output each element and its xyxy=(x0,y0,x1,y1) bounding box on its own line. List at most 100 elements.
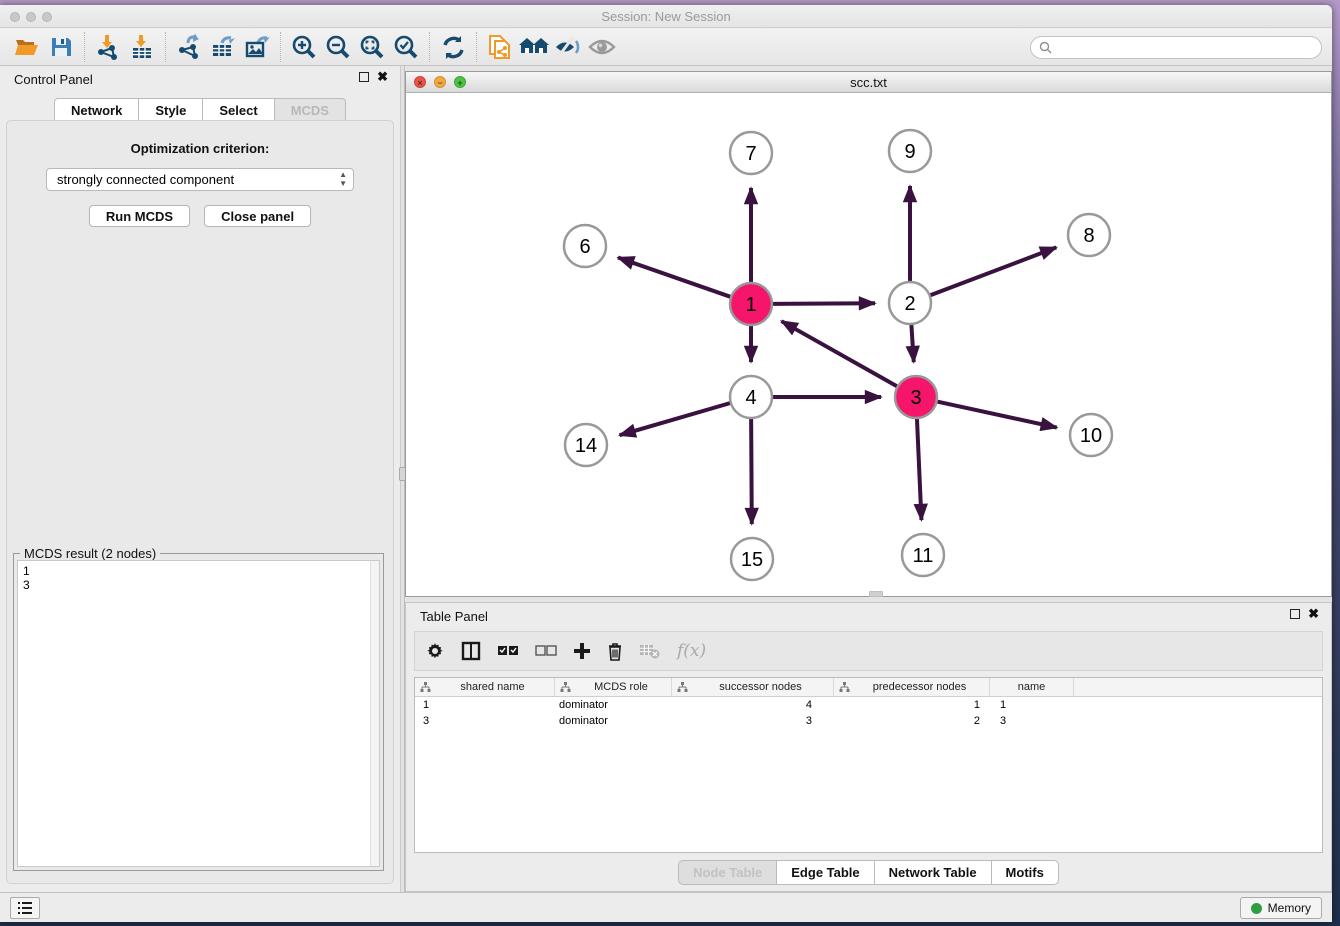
function-icon[interactable]: f(x) xyxy=(677,641,706,661)
table-cell: 3 xyxy=(672,715,834,727)
table-cell: 3 xyxy=(990,715,1074,727)
node-label-4: 4 xyxy=(745,387,756,409)
float-table-panel-icon[interactable] xyxy=(1290,609,1300,619)
table-tabs: Node TableEdge TableNetwork TableMotifs xyxy=(406,860,1331,885)
app-window: Session: New Session xyxy=(0,5,1332,922)
edge-2-8[interactable] xyxy=(930,247,1057,295)
deselect-all-icon[interactable] xyxy=(535,645,557,658)
memory-status-dot xyxy=(1251,903,1262,914)
table-cell: dominator xyxy=(555,699,672,711)
zoom-in-icon[interactable] xyxy=(287,32,321,62)
main-toolbar xyxy=(0,29,1332,66)
toolbar-separator xyxy=(280,32,281,62)
float-panel-icon[interactable] xyxy=(359,72,369,82)
node-label-1: 1 xyxy=(745,294,756,316)
tab-network-table[interactable]: Network Table xyxy=(875,860,992,885)
close-table-panel-icon[interactable]: ✖ xyxy=(1308,609,1319,619)
network-file-icon[interactable] xyxy=(483,32,517,62)
zoom-out-icon[interactable] xyxy=(321,32,355,62)
delete-table-icon[interactable] xyxy=(639,643,661,659)
network-resize-grip[interactable] xyxy=(869,591,883,597)
memory-button[interactable]: Memory xyxy=(1240,897,1322,919)
mcds-result-text[interactable]: 1 3 xyxy=(17,560,380,867)
import-network-icon[interactable] xyxy=(91,32,125,62)
table-panel-title: Table Panel xyxy=(420,609,488,624)
result-scrollbar[interactable] xyxy=(370,561,379,866)
table-row[interactable]: 3dominator323 xyxy=(415,713,1322,729)
mcds-panel: Optimization criterion: strongly connect… xyxy=(6,120,394,884)
export-table-icon[interactable] xyxy=(206,32,240,62)
column-header-predecessor-nodes[interactable]: predecessor nodes xyxy=(834,678,990,696)
toolbar-separator xyxy=(165,32,166,62)
node-label-14: 14 xyxy=(575,435,597,457)
network-view-window: × − + scc.txt 7968124314101511 xyxy=(405,71,1332,597)
edge-2-3[interactable] xyxy=(911,324,913,362)
export-network-icon[interactable] xyxy=(172,32,206,62)
toolbar-separator xyxy=(84,32,85,62)
table-panel: Table Panel ✖ xyxy=(405,602,1332,892)
eye-icon[interactable] xyxy=(585,32,619,62)
add-icon[interactable] xyxy=(573,642,591,660)
table-toolbar: f(x) xyxy=(414,631,1323,671)
hide-graphics-icon[interactable] xyxy=(551,32,585,62)
save-icon[interactable] xyxy=(44,32,78,62)
memory-label: Memory xyxy=(1268,901,1311,915)
run-mcds-button[interactable]: Run MCDS xyxy=(89,205,190,227)
mcds-result-title: MCDS result (2 nodes) xyxy=(20,546,160,561)
column-header-successor-nodes[interactable]: successor nodes xyxy=(672,678,834,696)
table-cell: 1 xyxy=(834,699,990,711)
table-row[interactable]: 1dominator411 xyxy=(415,697,1322,713)
control-panel: Control Panel ✖ NetworkStyleSelectMCDS O… xyxy=(0,66,400,892)
refresh-icon[interactable] xyxy=(436,32,470,62)
open-folder-icon[interactable] xyxy=(10,32,44,62)
column-header-MCDS-role[interactable]: MCDS role xyxy=(555,678,672,696)
window-title: Session: New Session xyxy=(0,9,1332,24)
close-panel-button[interactable]: Close panel xyxy=(204,205,311,227)
optimization-criterion-label: Optimization criterion: xyxy=(7,141,393,156)
edge-4-15[interactable] xyxy=(751,418,752,524)
node-label-11: 11 xyxy=(913,545,934,567)
node-table: shared nameMCDS rolesuccessor nodesprede… xyxy=(414,677,1323,853)
column-header-name[interactable]: name xyxy=(990,678,1074,696)
close-panel-icon[interactable]: ✖ xyxy=(377,72,388,82)
hierarchy-icon xyxy=(839,682,850,693)
delete-icon[interactable] xyxy=(607,642,623,661)
tab-edge-table[interactable]: Edge Table xyxy=(777,860,874,885)
hierarchy-icon xyxy=(420,682,431,693)
import-table-icon[interactable] xyxy=(125,32,159,62)
table-cell: 3 xyxy=(415,715,555,727)
edge-3-1[interactable] xyxy=(781,321,897,387)
optimization-criterion-select[interactable]: strongly connected component ▲▼ xyxy=(46,168,354,191)
edge-3-11[interactable] xyxy=(917,418,922,520)
zoom-fit-icon[interactable] xyxy=(355,32,389,62)
search-box[interactable] xyxy=(1030,36,1322,59)
network-canvas[interactable]: 7968124314101511 xyxy=(406,94,1331,596)
zoom-selected-icon[interactable] xyxy=(389,32,423,62)
table-cell: 1 xyxy=(415,699,555,711)
tab-node-table[interactable]: Node Table xyxy=(678,860,777,885)
edge-4-14[interactable] xyxy=(620,403,731,435)
node-label-3: 3 xyxy=(910,387,921,409)
home-icon[interactable] xyxy=(517,32,551,62)
export-image-icon[interactable] xyxy=(240,32,274,62)
column-header-shared-name[interactable]: shared name xyxy=(415,678,555,696)
search-input[interactable] xyxy=(1052,41,1321,55)
tab-motifs[interactable]: Motifs xyxy=(992,860,1059,885)
workspace: × − + scc.txt 7968124314101511 xyxy=(406,66,1332,892)
gear-icon[interactable] xyxy=(425,641,445,661)
node-label-2: 2 xyxy=(904,293,915,315)
edge-3-10[interactable] xyxy=(937,401,1057,427)
main-area: Control Panel ✖ NetworkStyleSelectMCDS O… xyxy=(0,66,1332,892)
network-window-title: scc.txt xyxy=(406,75,1331,90)
table-cell: 2 xyxy=(834,715,990,727)
select-all-icon[interactable] xyxy=(497,645,519,658)
edge-1-6[interactable] xyxy=(618,258,731,298)
titlebar: Session: New Session xyxy=(0,5,1332,28)
task-history-button[interactable] xyxy=(10,897,40,919)
node-label-7: 7 xyxy=(745,143,756,165)
select-value: strongly connected component xyxy=(57,172,234,187)
column-view-icon[interactable] xyxy=(461,641,481,661)
table-body: 1dominator4113dominator323 xyxy=(415,697,1322,729)
edge-1-2[interactable] xyxy=(772,303,875,304)
node-label-6: 6 xyxy=(579,236,590,258)
